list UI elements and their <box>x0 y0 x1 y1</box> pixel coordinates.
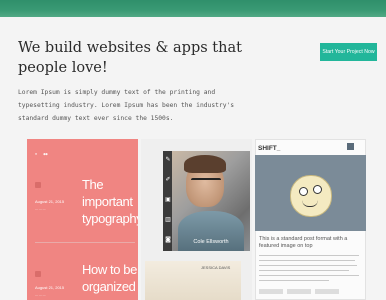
pencil-icon[interactable]: ✎ <box>165 157 171 163</box>
post-author: — — — <box>35 293 46 297</box>
profile-photo: Cole Ellsworth <box>172 151 250 251</box>
book-title: JESSICA DAVIS <box>201 265 231 270</box>
photo-hair <box>184 155 226 173</box>
featured-illustration <box>255 155 366 231</box>
post-title: How to be organized <box>82 262 137 294</box>
post-title: This is a standard post format with a fe… <box>259 236 348 249</box>
photo-shirt <box>178 211 244 251</box>
portfolio-item-blog-pink[interactable]: ≡ ●● August 21, 2015 — — — The important… <box>27 139 138 300</box>
text-icon[interactable]: ▣ <box>165 197 171 203</box>
post-divider <box>35 242 135 243</box>
trash-icon[interactable]: ▥ <box>165 217 171 223</box>
brush-icon[interactable]: ✐ <box>165 177 171 183</box>
intro-description: Lorem Ipsum is simply dummy text of the … <box>18 89 235 122</box>
audio-icon <box>35 271 41 277</box>
illustration-eye <box>313 185 322 194</box>
post-date: August 21, 2015 <box>35 199 65 204</box>
intro-section: We build websites & apps that people lov… <box>18 38 268 78</box>
text-line <box>259 270 349 271</box>
photo-caption: Cole Ellsworth <box>193 239 229 245</box>
header-banner <box>0 0 386 17</box>
portfolio-item-photo-editor[interactable]: ✎ ✐ ▣ ▥ ◙ Cole Ellsworth JESSICA DAVIS <box>141 139 252 300</box>
document-icon <box>35 182 41 188</box>
portfolio-item-shift-blog[interactable]: SHIFT_ This is a standard post format wi… <box>255 139 366 300</box>
tag-chip[interactable] <box>287 289 311 294</box>
text-line <box>259 275 359 276</box>
post-author: — — — <box>35 207 46 211</box>
text-line <box>259 265 357 266</box>
save-icon[interactable]: ◙ <box>165 237 171 243</box>
photo-glasses <box>191 178 221 187</box>
start-project-button[interactable]: Start Your Project Now <box>320 43 377 61</box>
menu-icon: ≡ ●● <box>35 152 48 156</box>
post-date: August 21, 2015 <box>35 285 65 290</box>
monster-illustration <box>290 175 332 217</box>
portfolio-gallery: ≡ ●● August 21, 2015 — — — The important… <box>0 139 386 300</box>
page-headline: We build websites & apps that people lov… <box>18 40 242 76</box>
tag-chip[interactable] <box>259 289 283 294</box>
text-line <box>259 280 329 281</box>
illustration-eye <box>299 187 308 196</box>
site-logo: SHIFT_ <box>258 145 281 152</box>
post-title: The important typography <box>82 177 138 226</box>
tag-chip[interactable] <box>315 289 339 294</box>
text-line <box>259 260 355 261</box>
text-line <box>259 255 359 256</box>
hamburger-icon[interactable] <box>347 143 354 150</box>
